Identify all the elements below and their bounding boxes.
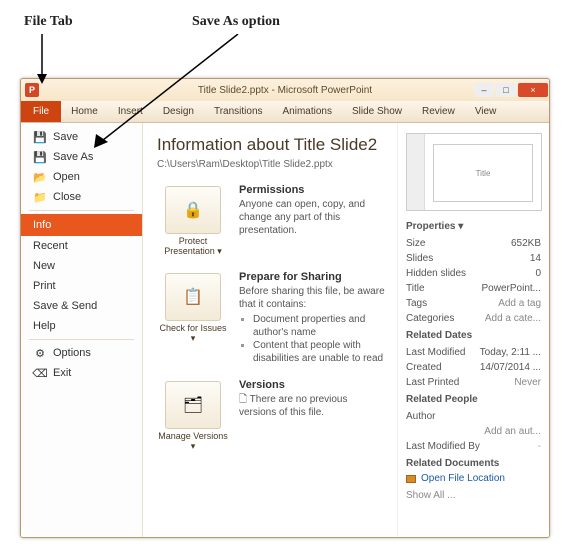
prop-title[interactable]: TitlePowerPoint... (406, 281, 541, 296)
info-title: Information about Title Slide2 (157, 135, 387, 155)
related-people-heading: Related People (406, 394, 541, 405)
menu-save[interactable]: 💾Save (21, 127, 142, 147)
minimize-button[interactable]: – (474, 83, 494, 97)
related-dates-heading: Related Dates (406, 330, 541, 341)
window-title: Title Slide2.pptx - Microsoft PowerPoint (198, 85, 372, 96)
permissions-heading: Permissions (239, 184, 387, 196)
properties-heading[interactable]: Properties ▾ (406, 221, 541, 232)
folder-icon (406, 475, 416, 483)
related-docs-heading: Related Documents (406, 458, 541, 469)
titlebar: P Title Slide2.pptx - Microsoft PowerPoi… (21, 79, 549, 101)
exit-icon: ⌫ (33, 366, 47, 380)
prop-author-add[interactable]: Add an aut... (406, 424, 541, 439)
show-all-link[interactable]: Show All ... (406, 488, 541, 503)
powerpoint-icon: P (25, 83, 39, 97)
tab-transitions[interactable]: Transitions (204, 101, 273, 122)
prop-last-modified: Last ModifiedToday, 2:11 ... (406, 345, 541, 360)
lock-icon: 🔒 (183, 200, 203, 220)
backstage-menu: 💾Save 💾Save As 📂Open 📁Close Info Recent … (21, 123, 143, 537)
backstage-view: 💾Save 💾Save As 📂Open 📁Close Info Recent … (21, 123, 549, 537)
menu-save-as[interactable]: 💾Save As (21, 147, 142, 167)
versions-section: 🗂 Manage Versions ▾ Versions 🗋 There are… (157, 379, 387, 452)
prop-created: Created14/07/2014 ... (406, 360, 541, 375)
close-button[interactable]: × (518, 83, 548, 97)
menu-new[interactable]: New (21, 256, 142, 276)
prop-slides: Slides14 (406, 251, 541, 266)
tab-design[interactable]: Design (153, 101, 204, 122)
prop-categories[interactable]: CategoriesAdd a cate... (406, 311, 541, 326)
save-icon: 💾 (33, 130, 47, 144)
prop-hidden: Hidden slides0 (406, 266, 541, 281)
prop-size: Size652KB (406, 236, 541, 251)
annotation-file-tab: File Tab (24, 14, 73, 30)
prop-last-printed: Last PrintedNever (406, 375, 541, 390)
save-as-icon: 💾 (33, 150, 47, 164)
protect-presentation-button[interactable]: 🔒 Protect Presentation ▾ (157, 184, 229, 257)
info-path: C:\Users\Ram\Desktop\Title Slide2.pptx (157, 159, 387, 170)
menu-print[interactable]: Print (21, 276, 142, 296)
tab-review[interactable]: Review (412, 101, 465, 122)
permissions-body: Anyone can open, copy, and change any pa… (239, 198, 387, 237)
check-issues-button[interactable]: 📋 Check for Issues ▾ (157, 271, 229, 365)
permissions-section: 🔒 Protect Presentation ▾ Permissions Any… (157, 184, 387, 257)
manage-versions-button[interactable]: 🗂 Manage Versions ▾ (157, 379, 229, 452)
open-icon: 📂 (33, 170, 47, 184)
prop-last-modified-by: Last Modified By- (406, 439, 541, 454)
slide-thumbnail[interactable]: Title (406, 133, 542, 211)
tab-slideshow[interactable]: Slide Show (342, 101, 412, 122)
options-icon: ⚙ (33, 346, 47, 360)
menu-options[interactable]: ⚙Options (21, 343, 142, 363)
prepare-body: Before sharing this file, be aware that … (239, 285, 387, 365)
versions-icon: 🗂 (183, 395, 203, 415)
ribbon-tabs: File Home Insert Design Transitions Anim… (21, 101, 549, 123)
close-file-icon: 📁 (33, 190, 47, 204)
menu-exit[interactable]: ⌫Exit (21, 363, 142, 383)
tab-home[interactable]: Home (61, 101, 108, 122)
prop-tags[interactable]: TagsAdd a tag (406, 296, 541, 311)
menu-recent[interactable]: Recent (21, 236, 142, 256)
checklist-icon: 📋 (183, 287, 203, 307)
maximize-button[interactable]: □ (496, 83, 516, 97)
tab-animations[interactable]: Animations (273, 101, 342, 122)
prepare-heading: Prepare for Sharing (239, 271, 387, 283)
open-file-location-link[interactable]: Open File Location (406, 473, 541, 484)
menu-help[interactable]: Help (21, 316, 142, 336)
menu-info[interactable]: Info (21, 214, 142, 236)
versions-heading: Versions (239, 379, 387, 391)
app-window: P Title Slide2.pptx - Microsoft PowerPoi… (20, 78, 550, 538)
tab-view[interactable]: View (465, 101, 507, 122)
menu-close[interactable]: 📁Close (21, 187, 142, 207)
prepare-sharing-section: 📋 Check for Issues ▾ Prepare for Sharing… (157, 271, 387, 365)
file-tab[interactable]: File (21, 101, 61, 122)
annotation-save-as: Save As option (192, 14, 280, 30)
menu-save-send[interactable]: Save & Send (21, 296, 142, 316)
tab-insert[interactable]: Insert (108, 101, 153, 122)
info-panel: Information about Title Slide2 C:\Users\… (143, 123, 397, 537)
versions-body: 🗋 There are no previous versions of this… (239, 393, 387, 419)
menu-open[interactable]: 📂Open (21, 167, 142, 187)
properties-pane: Title Properties ▾ Size652KB Slides14 Hi… (397, 123, 549, 537)
prop-author[interactable]: Author (406, 409, 541, 424)
